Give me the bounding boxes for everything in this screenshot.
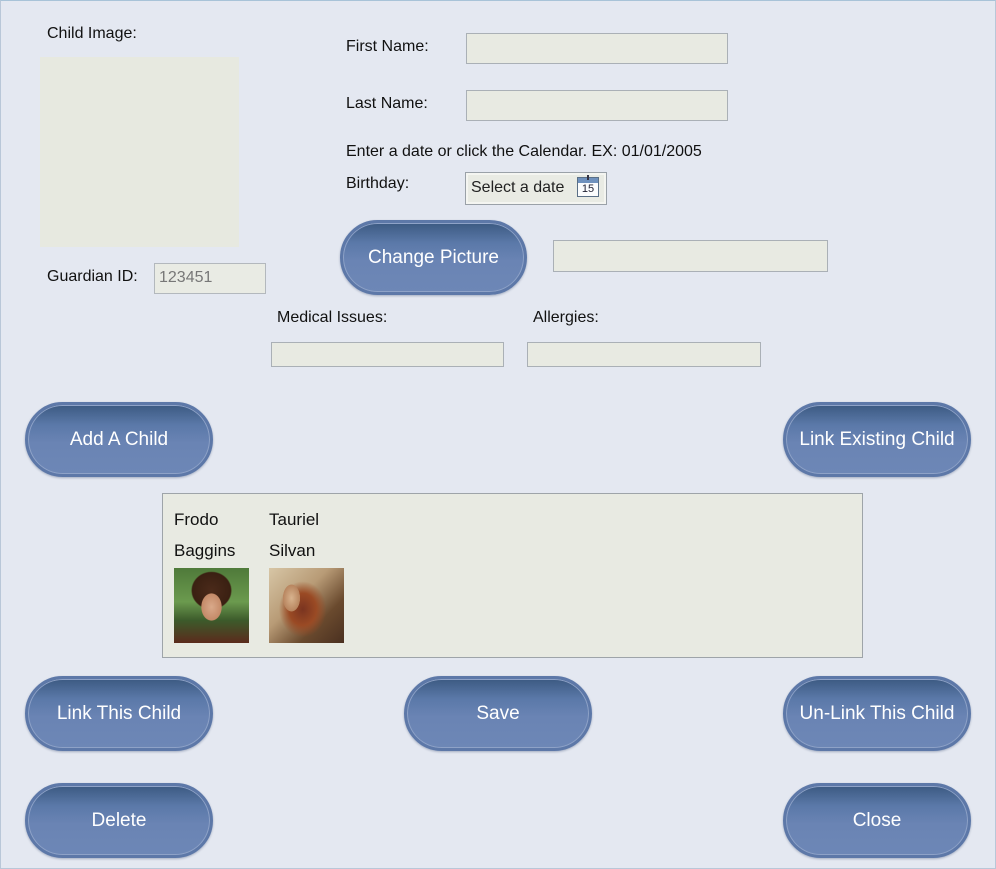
medical-issues-input[interactable] bbox=[271, 342, 504, 367]
birthday-placeholder: Select a date bbox=[471, 179, 565, 196]
change-picture-button[interactable]: Change Picture bbox=[340, 220, 527, 295]
date-hint: Enter a date or click the Calendar. EX: … bbox=[346, 143, 702, 160]
unlink-this-child-button[interactable]: Un-Link This Child bbox=[783, 676, 971, 751]
allergies-label: Allergies: bbox=[533, 309, 599, 326]
calendar-icon[interactable]: 15 bbox=[577, 175, 599, 197]
save-button[interactable]: Save bbox=[404, 676, 592, 751]
last-name-label: Last Name: bbox=[346, 95, 428, 112]
children-list[interactable]: Frodo Baggins Tauriel Silvan bbox=[162, 493, 863, 658]
child-photo bbox=[269, 568, 344, 643]
link-existing-child-button[interactable]: Link Existing Child bbox=[783, 402, 971, 477]
delete-button[interactable]: Delete bbox=[25, 783, 213, 858]
child-photo bbox=[174, 568, 249, 643]
child-image-preview bbox=[40, 57, 239, 247]
link-this-child-button[interactable]: Link This Child bbox=[25, 676, 213, 751]
guardian-id-field: 123451 bbox=[154, 263, 266, 294]
allergies-input[interactable] bbox=[527, 342, 761, 367]
child-first-name: Frodo bbox=[174, 510, 219, 529]
child-last-name: Silvan bbox=[269, 541, 316, 560]
birthday-datepicker[interactable]: Select a date 15 bbox=[465, 172, 607, 205]
guardian-id-label: Guardian ID: bbox=[47, 268, 138, 285]
first-name-label: First Name: bbox=[346, 38, 429, 55]
list-item[interactable]: Tauriel Silvan bbox=[269, 504, 349, 643]
add-child-button[interactable]: Add A Child bbox=[25, 402, 213, 477]
last-name-input[interactable] bbox=[466, 90, 728, 121]
close-button[interactable]: Close bbox=[783, 783, 971, 858]
picture-path-field[interactable] bbox=[553, 240, 828, 272]
first-name-input[interactable] bbox=[466, 33, 728, 64]
list-item[interactable]: Frodo Baggins bbox=[174, 504, 254, 643]
child-first-name: Tauriel bbox=[269, 510, 320, 529]
child-image-label: Child Image: bbox=[47, 25, 137, 42]
birthday-label: Birthday: bbox=[346, 175, 410, 192]
child-last-name: Baggins bbox=[174, 541, 236, 560]
calendar-day: 15 bbox=[581, 183, 595, 195]
medical-issues-label: Medical Issues: bbox=[277, 309, 388, 326]
